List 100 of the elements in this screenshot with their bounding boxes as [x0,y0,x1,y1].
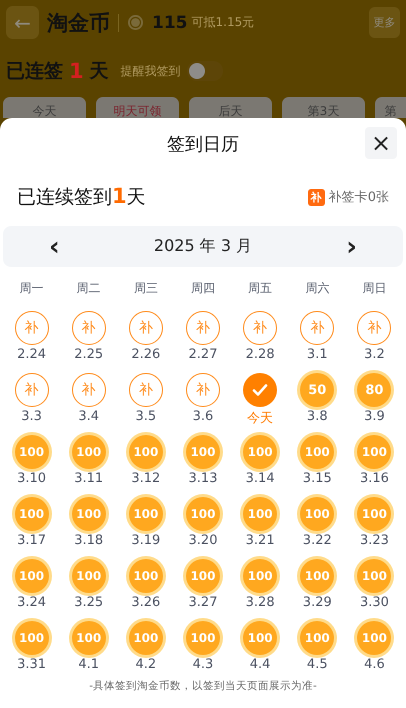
date-label: 3.10 [17,471,46,486]
date-label: 3.12 [131,471,160,486]
coin-reward: 100 [243,497,278,531]
makeup-badge[interactable]: 补 [300,311,334,345]
date-label: 3.13 [188,471,218,486]
coin-reward: 100 [128,621,163,655]
coin-reward: 100 [243,559,278,593]
date-label: 2.24 [17,347,46,362]
reminder-toggle[interactable] [186,61,223,81]
coin-reward: 100 [186,621,220,655]
day-tab[interactable]: 第 [375,97,406,118]
date-label: 3.25 [74,595,104,610]
day-tab[interactable]: 第3天 [282,97,365,118]
date-label: 3.6 [192,409,214,424]
coin-reward: 100 [128,559,163,593]
coin-reward: 100 [357,621,392,655]
date-label: 3.11 [74,471,104,486]
coin-reward: 80 [357,373,392,407]
previous-month-button[interactable]: ‹ [43,234,66,260]
page-title: 淘金币 [47,10,110,36]
makeup-card-count: 补签卡0张 [328,189,389,206]
makeup-badge[interactable]: 补 [186,373,220,407]
date-label: 4.5 [306,657,328,672]
date-label: 3.14 [246,471,275,486]
weekday-label: 周三 [132,280,159,297]
date-label: 2.26 [131,347,160,362]
date-label: 3.9 [364,409,385,424]
streak-days: 1 [69,59,84,83]
coin-reward: 100 [300,497,334,531]
streak-label: 已连签 [6,59,63,84]
makeup-badge[interactable]: 补 [128,373,163,407]
coin-reward: 100 [243,435,278,469]
date-label: 3.15 [302,471,332,486]
date-label: 4.1 [78,657,100,672]
makeup-badge[interactable]: 补 [14,311,49,345]
day-tab[interactable]: 今天 [3,97,86,118]
date-label: 今天 [247,410,274,427]
footnote: -具体签到淘金币数，以签到当天页面展示为准- [88,679,318,693]
coin-value: 可抵1.15元 [192,14,254,31]
date-label: 3.18 [74,533,104,548]
makeup-badge[interactable]: 补 [72,311,106,345]
date-label: 3.23 [360,533,389,548]
date-label: 3.27 [188,595,218,610]
coin-reward: 100 [72,621,106,655]
coin-reward: 100 [14,435,49,469]
streak-text: 已连续签到1天 [17,184,146,210]
coin-reward: 100 [300,435,334,469]
coin-reward: 100 [300,621,334,655]
coin-icon [127,14,144,31]
date-label: 2.25 [74,347,104,362]
weekday-label: 周四 [190,280,216,297]
date-label: 3.16 [360,471,389,486]
date-label: 3.4 [78,409,100,424]
makeup-badge[interactable]: 补 [357,311,392,345]
day-tab[interactable]: 后天 [189,97,272,118]
date-label: 3.5 [136,409,156,424]
date-label: 3.26 [131,595,160,610]
sheet-title: 签到日历 [167,133,239,156]
back-button[interactable]: ← [6,6,39,39]
weekday-label: 周二 [76,280,102,297]
day-tab[interactable]: 明天可领 [96,97,179,118]
coin-reward: 100 [357,559,392,593]
makeup-card-icon: 补 [308,188,325,206]
coin-reward: 100 [186,497,220,531]
streak-unit: 天 [90,59,109,84]
date-label: 2.27 [188,347,218,362]
date-label: 3.22 [302,533,332,548]
makeup-badge[interactable]: 补 [186,311,220,345]
date-label: 3.28 [246,595,275,610]
makeup-badge[interactable]: 补 [243,311,278,345]
next-month-button[interactable]: › [340,234,363,260]
coin-reward: 100 [14,497,49,531]
date-label: 3.3 [21,409,42,424]
date-label: 3.30 [360,595,389,610]
coin-reward: 100 [357,497,392,531]
date-label: 4.2 [136,657,156,672]
weekday-label: 周六 [304,280,330,297]
weekday-label: 周一 [18,280,45,297]
close-button[interactable]: × [365,127,397,159]
date-label: 3.2 [364,347,385,362]
coin-reward: 100 [186,559,220,593]
coin-reward: 100 [72,559,106,593]
date-label: 4.4 [250,657,270,672]
coin-reward: 100 [243,621,278,655]
makeup-badge[interactable]: 补 [128,311,163,345]
date-label: 3.20 [188,533,218,548]
date-label: 3.24 [17,595,46,610]
coin-reward: 100 [72,435,106,469]
coin-reward: 100 [14,559,49,593]
more-button[interactable]: 更多 [369,7,400,38]
coin-reward: 100 [14,621,49,655]
date-label: 3.8 [306,409,328,424]
weekday-label: 周五 [247,280,274,297]
coin-reward: 100 [128,435,163,469]
makeup-badge[interactable]: 补 [14,373,49,407]
coin-reward: 50 [300,373,334,407]
month-label: 2025 年 3 月 [154,236,252,257]
reminder-label: 提醒我签到 [120,62,181,80]
coin-reward: 100 [357,435,392,469]
makeup-badge[interactable]: 补 [72,373,106,407]
